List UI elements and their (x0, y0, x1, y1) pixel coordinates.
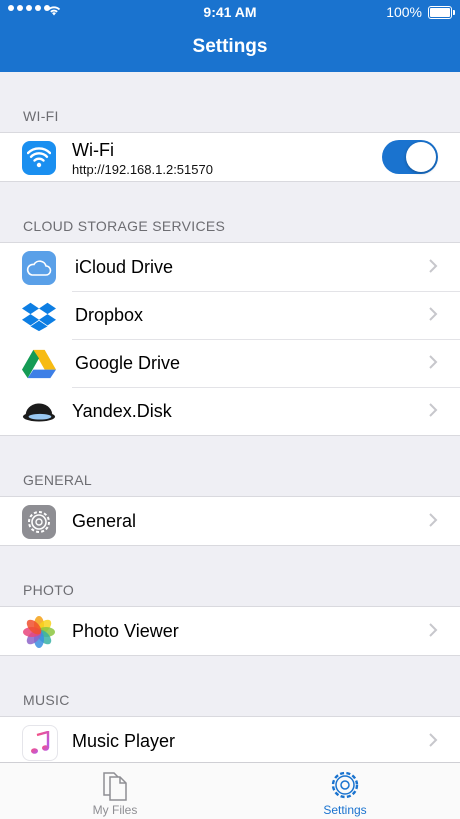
chevron-right-icon (429, 259, 438, 273)
google-drive-label: Google Drive (75, 352, 181, 373)
wifi-icon (22, 141, 56, 175)
photos-icon (22, 615, 56, 649)
yandex-disk-label: Yandex.Disk (72, 400, 172, 421)
wifi-toggle[interactable] (382, 140, 438, 174)
tab-label: My Files (92, 803, 138, 817)
yandex-disk-icon (22, 395, 56, 429)
tab-label: Settings (323, 803, 367, 817)
tab-my-files[interactable]: My Files (0, 763, 230, 819)
wifi-label: Wi-Fi (72, 140, 114, 160)
general-label: General (72, 510, 137, 531)
cloud-item-yandex-disk[interactable]: Yandex.Disk (0, 387, 460, 435)
dropbox-icon (22, 299, 56, 333)
tab-bar: My Files Settings (0, 762, 460, 819)
music-group: Music Player (0, 716, 460, 762)
gear-icon (22, 505, 56, 539)
chevron-right-icon (429, 513, 438, 527)
settings-list[interactable]: WI-FI Wi-Fi http://192.168.1.2:51570 CLO… (0, 72, 460, 762)
icloud-icon (22, 251, 56, 285)
chevron-right-icon (429, 307, 438, 321)
chevron-right-icon (429, 355, 438, 369)
general-group: General (0, 496, 460, 546)
page-title: Settings (192, 36, 268, 57)
section-header-wifi: WI-FI (23, 108, 59, 124)
music-player-label: Music Player (72, 730, 176, 751)
battery-percentage: 100% (386, 4, 422, 20)
cloud-storage-group: iCloud Drive Dropbox Google Drive Yandex… (0, 242, 460, 436)
section-header-general: GENERAL (23, 472, 93, 488)
dropbox-label: Dropbox (75, 304, 144, 325)
chevron-right-icon (429, 623, 438, 637)
cloud-item-google-drive[interactable]: Google Drive (0, 339, 460, 387)
section-header-photo: PHOTO (23, 582, 75, 598)
cloud-item-dropbox[interactable]: Dropbox (0, 291, 460, 339)
music-note-icon (22, 725, 58, 761)
section-header-cloud: CLOUD STORAGE SERVICES (23, 218, 226, 234)
toggle-knob (406, 142, 436, 172)
status-bar: 9:41 AM 100% (0, 0, 460, 24)
photo-group: Photo Viewer (0, 606, 460, 656)
photo-viewer-label: Photo Viewer (72, 620, 179, 641)
music-player-row[interactable]: Music Player (0, 717, 460, 762)
cloud-item-icloud-drive[interactable]: iCloud Drive (0, 243, 460, 291)
gear-icon (331, 771, 359, 799)
tab-settings[interactable]: Settings (230, 763, 460, 819)
files-icon (103, 772, 127, 801)
google-drive-icon (22, 347, 56, 381)
general-row[interactable]: General (0, 497, 460, 545)
chevron-right-icon (429, 403, 438, 417)
icloud-drive-label: iCloud Drive (75, 256, 174, 277)
battery-icon (428, 6, 455, 19)
navigation-header: 9:41 AM 100% Settings (0, 0, 460, 72)
chevron-right-icon (429, 733, 438, 747)
section-header-music: MUSIC (23, 692, 70, 708)
photo-viewer-row[interactable]: Photo Viewer (0, 607, 460, 655)
wifi-address: http://192.168.1.2:51570 (72, 162, 213, 177)
wifi-row[interactable]: Wi-Fi http://192.168.1.2:51570 (0, 133, 460, 181)
wifi-group: Wi-Fi http://192.168.1.2:51570 (0, 132, 460, 182)
